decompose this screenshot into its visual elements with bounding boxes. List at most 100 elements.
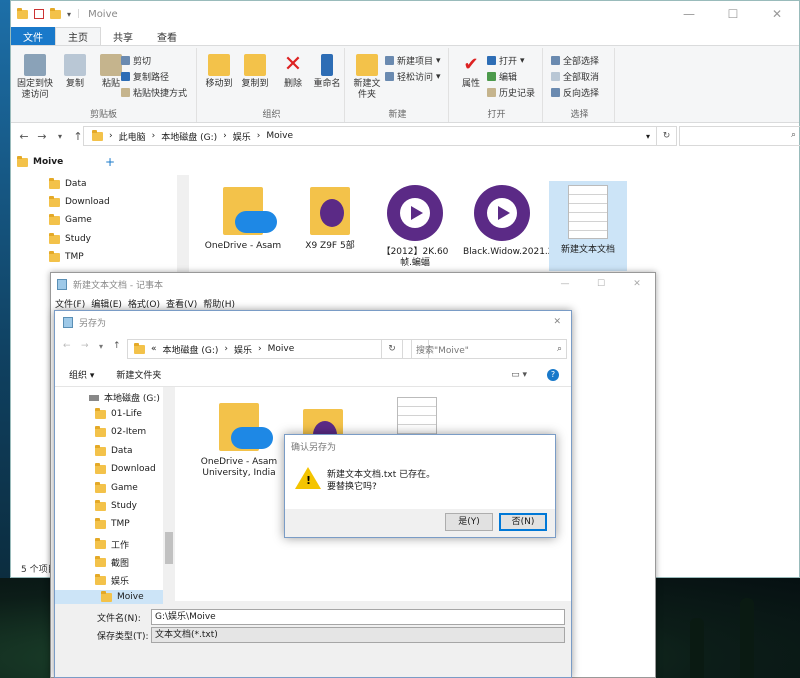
- close-icon[interactable]: ✕: [755, 1, 799, 27]
- paste-shortcut-button[interactable]: 粘贴快捷方式: [121, 86, 187, 99]
- properties-button[interactable]: ✔ 属性: [451, 54, 491, 90]
- folder-icon: [95, 499, 106, 511]
- menu-edit[interactable]: 编辑(E): [91, 297, 122, 310]
- breadcrumb-item[interactable]: 娱乐: [233, 130, 251, 143]
- help-icon[interactable]: ?: [547, 368, 559, 381]
- chevron-down-icon[interactable]: ▾: [51, 132, 69, 141]
- close-icon[interactable]: ✕: [619, 273, 655, 295]
- breadcrumb-item[interactable]: 本地磁盘 (G:): [163, 343, 219, 356]
- breadcrumb-item[interactable]: Moive: [266, 131, 293, 141]
- easy-access-button[interactable]: 轻松访问 ▾: [385, 70, 441, 83]
- file-item[interactable]: Black.Widow.2021.2160p.DSNP: [463, 181, 604, 271]
- copy-button[interactable]: 复制: [55, 54, 95, 90]
- up-arrow-icon[interactable]: ↑: [113, 341, 121, 351]
- move-to-button[interactable]: 移动到: [199, 54, 239, 90]
- tree-item[interactable]: Game: [95, 481, 138, 493]
- copy-to-button[interactable]: 复制到: [235, 54, 275, 90]
- new-item-button[interactable]: 新建项目 ▾: [385, 54, 441, 67]
- file-item[interactable]: 【2012】2K.60帧.蝙蝠: [376, 181, 454, 271]
- nav-root[interactable]: Moive: [17, 155, 63, 167]
- organize-group: 移动到 复制到 ✕ 删除 重命名 组织: [199, 48, 345, 122]
- nav-item[interactable]: Study: [49, 232, 91, 244]
- breadcrumb-item[interactable]: 本地磁盘 (G:): [161, 130, 217, 143]
- tree-silhouette: [690, 618, 704, 678]
- checkbox-icon[interactable]: [34, 9, 44, 19]
- nav-item[interactable]: Game: [49, 213, 92, 225]
- breadcrumb-item[interactable]: 娱乐: [234, 343, 252, 356]
- invert-selection-button[interactable]: 反向选择: [551, 86, 599, 99]
- back-arrow-icon[interactable]: ←: [15, 130, 33, 143]
- tab-share[interactable]: 共享: [101, 27, 145, 45]
- maximize-icon[interactable]: ☐: [711, 1, 755, 27]
- copy-path-button[interactable]: 复制路径: [121, 70, 169, 83]
- forward-arrow-icon[interactable]: →: [33, 130, 51, 143]
- search-input[interactable]: ⌕: [679, 126, 800, 146]
- tree-scrollbar[interactable]: [163, 387, 175, 601]
- file-item[interactable]: OneDrive - Asam: [204, 181, 282, 271]
- menu-format[interactable]: 格式(O): [128, 297, 160, 310]
- nav-item[interactable]: Download: [49, 195, 110, 207]
- view-options-icon[interactable]: ▭ ▾: [511, 370, 527, 380]
- history-button[interactable]: 历史记录: [487, 86, 535, 99]
- tree-item[interactable]: 截图: [95, 556, 129, 569]
- new-folder-button[interactable]: 新建文件夹: [116, 368, 161, 381]
- forward-arrow-icon[interactable]: →: [81, 341, 89, 351]
- tab-home[interactable]: 主页: [55, 27, 101, 45]
- breadcrumb-item[interactable]: 此电脑: [119, 130, 146, 143]
- menu-help[interactable]: 帮助(H): [203, 297, 235, 310]
- cut-button[interactable]: 剪切: [121, 54, 151, 67]
- refresh-button[interactable]: ↻: [657, 126, 677, 146]
- filetype-select[interactable]: 文本文档(*.txt): [151, 627, 565, 643]
- tree-scrollbar-thumb[interactable]: [165, 532, 173, 564]
- chevron-down-icon[interactable]: ▾: [99, 342, 103, 351]
- chevron-down-icon[interactable]: ▾: [67, 10, 71, 19]
- no-button[interactable]: 否(N): [499, 513, 547, 531]
- tree-item[interactable]: Data: [95, 444, 133, 456]
- file-item[interactable]: OneDrive - Asam University, India: [191, 397, 287, 487]
- folder-icon: [95, 407, 106, 419]
- new-folder-button[interactable]: 新建文件夹: [347, 54, 387, 101]
- tree-item[interactable]: 娱乐: [95, 574, 129, 587]
- open-button[interactable]: 打开 ▾: [487, 54, 525, 67]
- tree-item[interactable]: Download: [95, 462, 156, 474]
- edit-button[interactable]: 编辑: [487, 70, 517, 83]
- menu-file[interactable]: 文件(F): [55, 297, 85, 310]
- organize-button[interactable]: 组织 ▾: [69, 368, 94, 381]
- yes-button[interactable]: 是(Y): [445, 513, 493, 531]
- pin-button[interactable]: 固定到快速访问: [15, 54, 55, 101]
- file-item[interactable]: X9 Z9F 5部: [291, 181, 369, 271]
- back-arrow-icon[interactable]: ←: [63, 341, 71, 351]
- rename-button[interactable]: 重命名: [307, 54, 347, 90]
- maximize-icon[interactable]: ☐: [583, 273, 619, 295]
- file-item-selected[interactable]: 新建文本文档: [549, 181, 627, 271]
- tree-item[interactable]: 02-Item: [95, 425, 146, 437]
- paste-icon: [100, 54, 122, 76]
- tab-view[interactable]: 查看: [145, 27, 189, 45]
- new-folder-icon[interactable]: [50, 7, 61, 19]
- tree-item-selected[interactable]: Moive: [55, 590, 163, 604]
- video-file-icon: [387, 185, 443, 241]
- plus-icon[interactable]: +: [105, 155, 115, 169]
- folder-icon: [49, 232, 60, 244]
- filename-input[interactable]: G:\娱乐\Moive: [151, 609, 565, 625]
- nav-item[interactable]: Data: [49, 177, 87, 189]
- breadcrumb-item[interactable]: Moive: [268, 344, 295, 354]
- tree-drive-item[interactable]: 本地磁盘 (G:): [89, 391, 160, 404]
- refresh-button[interactable]: ↻: [381, 339, 403, 359]
- save-search-input[interactable]: 搜索"Moive" ⌕: [411, 339, 567, 359]
- address-bar[interactable]: › 此电脑 › 本地磁盘 (G:) › 娱乐 › Moive ▾: [83, 126, 657, 146]
- tree-item[interactable]: 01-Life: [95, 407, 142, 419]
- minimize-icon[interactable]: —: [667, 1, 711, 27]
- nav-item[interactable]: TMP: [49, 250, 84, 262]
- folder-icon: [134, 342, 145, 354]
- select-none-button[interactable]: 全部取消: [551, 70, 599, 83]
- tab-file[interactable]: 文件: [11, 27, 55, 45]
- close-icon[interactable]: ✕: [553, 317, 561, 327]
- tree-item[interactable]: 工作: [95, 538, 129, 551]
- select-all-button[interactable]: 全部选择: [551, 54, 599, 67]
- menu-view[interactable]: 查看(V): [166, 297, 197, 310]
- minimize-icon[interactable]: —: [547, 273, 583, 295]
- chevron-down-icon[interactable]: ▾: [646, 132, 650, 141]
- tree-item[interactable]: TMP: [95, 517, 130, 529]
- tree-item[interactable]: Study: [95, 499, 137, 511]
